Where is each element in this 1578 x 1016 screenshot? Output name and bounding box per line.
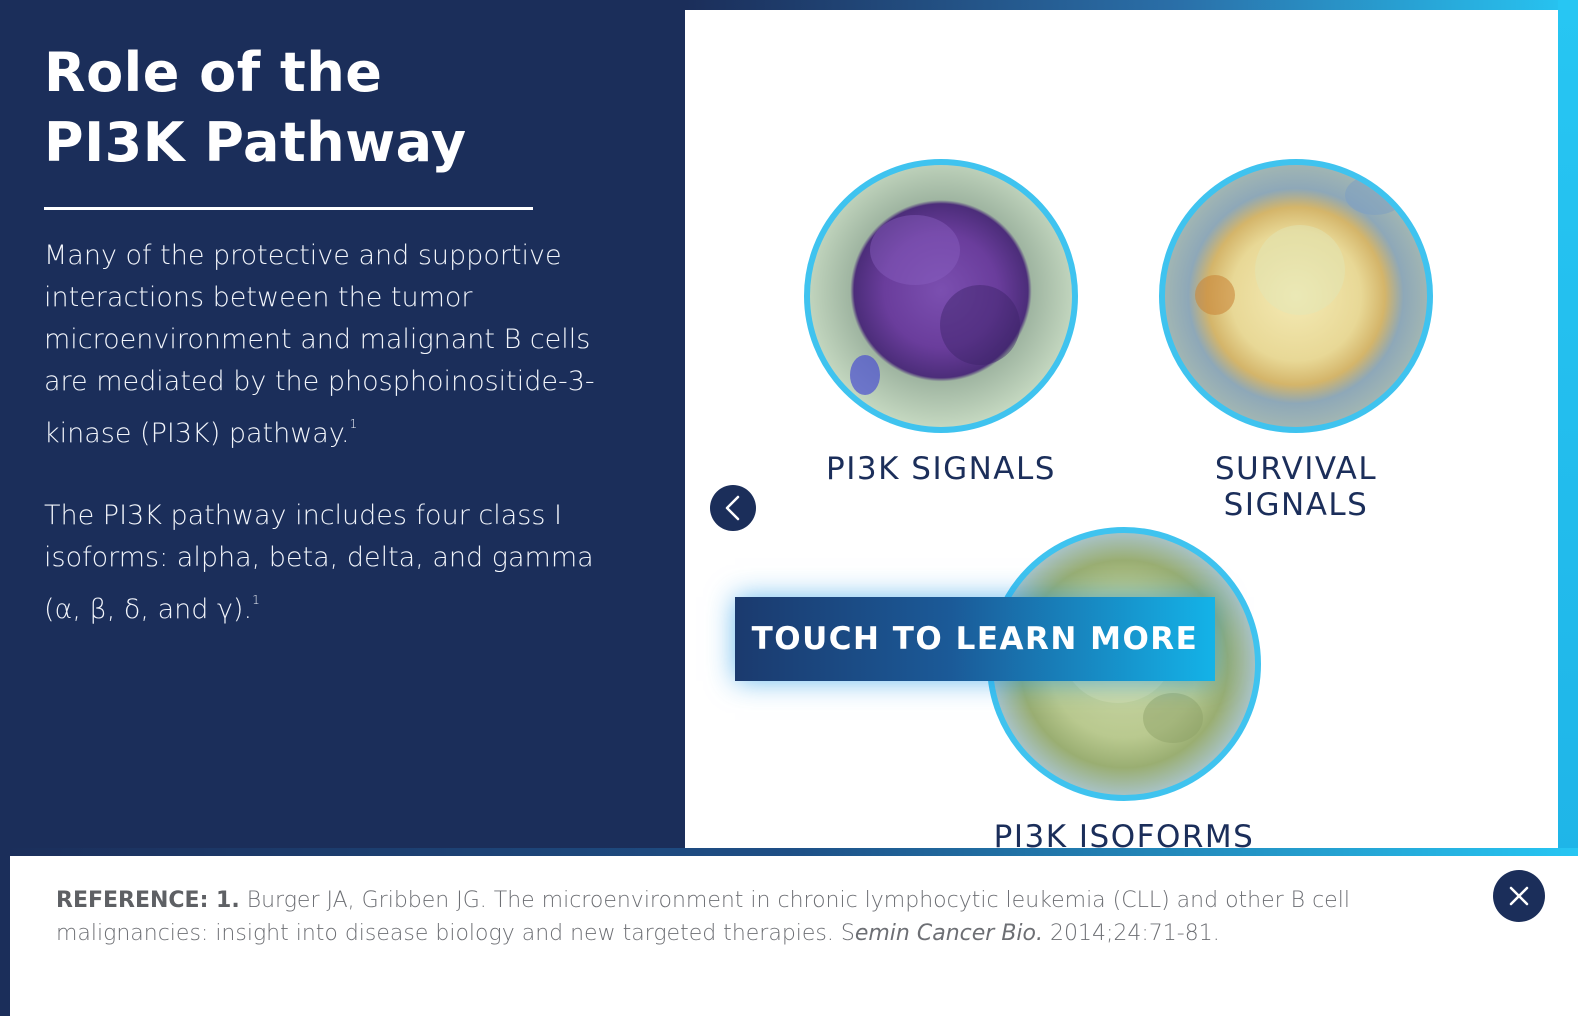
purple-b-cell-icon[interactable] xyxy=(804,159,1078,433)
intro-paragraph-1-text: Many of the protective and supportive in… xyxy=(44,240,595,449)
footnote-marker: 1 xyxy=(349,417,358,431)
intro-paragraph-1: Many of the protective and supportive in… xyxy=(44,235,604,455)
close-reference-button[interactable] xyxy=(1493,870,1545,922)
reference-label: REFERENCE: 1. xyxy=(56,888,240,913)
previous-button[interactable] xyxy=(710,485,756,531)
cell-menu-panel: PI3K SIGNALS SURVIVAL SIGNALS PI3K ISOFO… xyxy=(685,10,1558,848)
reference-journal: emin Cancer Bio. xyxy=(854,921,1043,946)
page-title: Role of the PI3K Pathway xyxy=(44,38,467,178)
pi3k-signals-card[interactable]: PI3K SIGNALS xyxy=(791,159,1091,487)
touch-to-learn-more-button[interactable]: TOUCH TO LEARN MORE xyxy=(735,597,1215,681)
survival-signals-card[interactable]: SURVIVAL SIGNALS xyxy=(1146,159,1446,523)
close-icon xyxy=(1509,886,1529,906)
reference-text: REFERENCE: 1. Burger JA, Gribben JG. The… xyxy=(56,884,1466,950)
title-divider xyxy=(44,207,533,210)
pi3k-signals-label[interactable]: PI3K SIGNALS xyxy=(791,451,1091,487)
page-title-line1: Role of the xyxy=(44,41,383,104)
pi3k-isoforms-label[interactable]: PI3K ISOFORMS xyxy=(974,819,1274,848)
reference-accent-bar xyxy=(0,848,1578,856)
reference-panel: REFERENCE: 1. Burger JA, Gribben JG. The… xyxy=(10,856,1578,1016)
footnote-marker: 1 xyxy=(252,593,260,607)
top-accent-bar xyxy=(685,0,1578,10)
stromal-cell-icon[interactable] xyxy=(1159,159,1433,433)
reference-year: 2014;24:71-81. xyxy=(1049,921,1220,946)
intro-paragraph-2: The PI3K pathway includes four class I i… xyxy=(44,495,604,631)
right-accent-bar xyxy=(1558,0,1578,856)
pi3k-isoforms-card[interactable]: PI3K ISOFORMS xyxy=(974,527,1274,848)
left-content-panel: Role of the PI3K Pathway Many of the pro… xyxy=(0,0,685,848)
chevron-left-icon xyxy=(725,495,740,521)
page-title-line2: PI3K Pathway xyxy=(44,111,467,174)
survival-signals-label[interactable]: SURVIVAL SIGNALS xyxy=(1146,451,1446,523)
intro-paragraph-2-text: The PI3K pathway includes four class I i… xyxy=(44,500,594,625)
